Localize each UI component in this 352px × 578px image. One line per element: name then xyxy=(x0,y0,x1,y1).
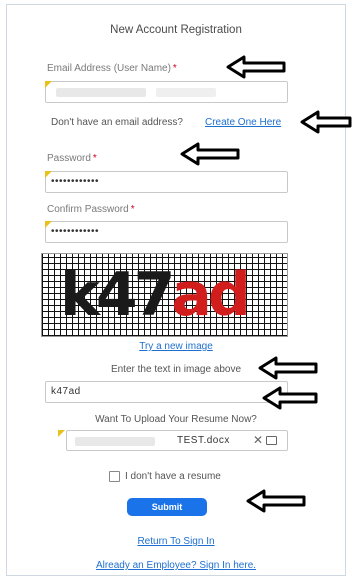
try-new-image-link[interactable]: Try a new image xyxy=(6,341,346,352)
confirm-password-field[interactable]: •••••••••••• xyxy=(45,221,288,243)
clear-file-icon[interactable]: ✕ xyxy=(253,433,263,447)
captcha-input[interactable]: k47ad xyxy=(45,381,288,403)
password-label-text: Password xyxy=(47,153,91,164)
confirm-password-label-text: Confirm Password xyxy=(47,204,129,215)
resume-file-name: TEST.docx xyxy=(177,435,230,446)
annotation-arrow-icon xyxy=(180,142,240,166)
password-field[interactable]: •••••••••••• xyxy=(45,171,288,193)
submit-button[interactable]: Submit xyxy=(127,498,207,516)
captcha-image: k47ad xyxy=(41,253,288,337)
captcha-input-value: k47ad xyxy=(51,386,81,397)
return-to-sign-in-link[interactable]: Return To Sign In xyxy=(6,536,346,547)
annotation-arrow-icon xyxy=(226,55,286,79)
email-redacted-2 xyxy=(156,88,216,97)
annotation-arrow-icon xyxy=(300,110,352,134)
page-title: New Account Registration xyxy=(110,24,242,36)
captcha-text-main: k47 xyxy=(60,260,175,330)
no-resume-checkbox[interactable] xyxy=(109,471,120,482)
required-mark: * xyxy=(92,153,97,164)
required-flag-icon xyxy=(58,430,65,437)
captcha-text: k47ad xyxy=(60,260,251,330)
email-field[interactable] xyxy=(45,81,288,103)
password-label: Password * xyxy=(47,153,97,164)
no-email-text: Don't have an email address? xyxy=(51,117,183,128)
annotation-arrow-icon xyxy=(246,489,306,513)
folder-icon[interactable] xyxy=(266,436,277,445)
required-mark: * xyxy=(172,63,177,74)
employee-sign-in-link[interactable]: Already an Employee? Sign In here. xyxy=(6,560,346,571)
required-mark: * xyxy=(130,204,135,215)
resume-upload-field[interactable]: TEST.docx ✕ xyxy=(58,430,288,451)
email-redacted xyxy=(56,88,146,97)
required-flag-icon xyxy=(45,81,52,88)
password-value: •••••••••••• xyxy=(51,176,100,187)
file-path-redacted xyxy=(75,437,155,446)
confirm-password-value: •••••••••••• xyxy=(51,226,100,237)
confirm-password-label: Confirm Password * xyxy=(47,204,135,215)
email-label-text: Email Address (User Name) xyxy=(47,63,171,74)
annotation-arrow-icon xyxy=(262,386,318,410)
create-email-link[interactable]: Create One Here xyxy=(205,117,281,128)
no-resume-label: I don't have a resume xyxy=(125,471,221,482)
captcha-text-red: ad xyxy=(171,260,250,330)
email-label: Email Address (User Name) * xyxy=(47,63,177,74)
annotation-arrow-icon xyxy=(258,356,318,380)
resume-question: Want To Upload Your Resume Now? xyxy=(95,414,257,425)
